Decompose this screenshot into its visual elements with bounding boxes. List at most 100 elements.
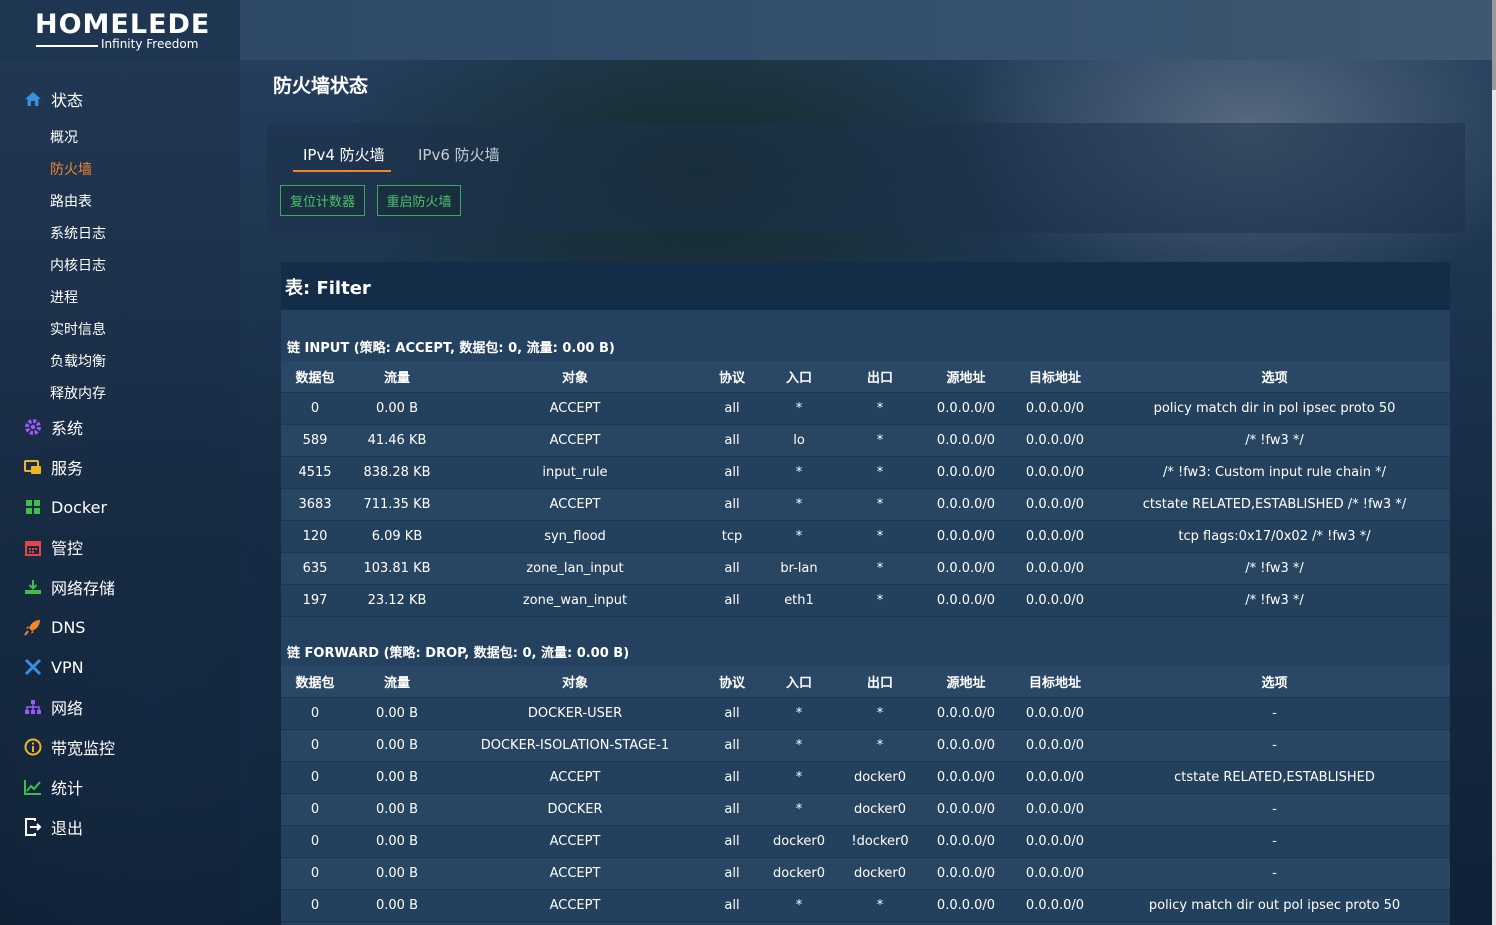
- scrollbar-thumb[interactable]: [1492, 0, 1496, 90]
- cell-in: *: [759, 456, 839, 489]
- cell-in: *: [759, 488, 839, 521]
- cell-out: !docker0: [839, 825, 921, 858]
- column-header-out: 出口: [839, 666, 921, 698]
- cell-in: *: [759, 697, 839, 730]
- cell-traffic: 0.00 B: [349, 761, 445, 794]
- sidebar-item-label: 状态: [51, 91, 84, 110]
- sidebar-item-label: 统计: [51, 779, 84, 798]
- table-row: 120 6.09 KB syn_flood tcp * * 0.0.0.0/0 0.0.0.0…: [281, 520, 1450, 553]
- cell-out: *: [839, 552, 921, 585]
- cell-traffic: 0.00 B: [349, 825, 445, 858]
- sidebar-subitem-realtime[interactable]: 实时信息: [50, 319, 106, 339]
- cell-target: ACCEPT: [445, 488, 705, 521]
- cell-destination: 0.0.0.0/0: [1011, 825, 1099, 858]
- scrollbar-track[interactable]: [1492, 0, 1496, 925]
- cell-out: *: [839, 889, 921, 922]
- sidebar-item-label: 带宽监控: [51, 739, 116, 758]
- cell-source: 0.0.0.0/0: [921, 825, 1011, 858]
- sidebar-item-label: DNS: [51, 617, 86, 637]
- cell-target: ACCEPT: [445, 857, 705, 890]
- cell-traffic: 711.35 KB: [349, 488, 445, 521]
- logo-text: HOMELEDE: [35, 9, 211, 40]
- chain-forward-title: 链 FORWARD (策略: DROP, 数据包: 0, 流量: 0.00 B): [287, 646, 630, 661]
- cell-out: *: [839, 584, 921, 617]
- sidebar-subitem-overview[interactable]: 概况: [50, 127, 78, 147]
- cell-out: docker0: [839, 761, 921, 794]
- cell-protocol: all: [705, 889, 759, 922]
- cell-options: -: [1099, 857, 1450, 890]
- sidebar-item-label: 系统: [51, 419, 84, 438]
- cell-traffic: 0.00 B: [349, 729, 445, 762]
- sidebar-item-status[interactable]: 状态: [24, 87, 83, 111]
- cell-source: 0.0.0.0/0: [921, 793, 1011, 826]
- sidebar-item-network[interactable]: 网络: [24, 695, 83, 719]
- cell-options: /* !fw3 */: [1099, 552, 1450, 585]
- table-row: 0 0.00 B DOCKER all * docker0 0.0.0.0/0 0.0.0.0…: [281, 793, 1450, 826]
- sidebar-subitem-free-memory[interactable]: 释放内存: [50, 383, 106, 403]
- sidebar-subitem-syslog[interactable]: 系统日志: [50, 223, 106, 243]
- cell-options: -: [1099, 793, 1450, 826]
- cell-out: *: [839, 520, 921, 553]
- column-header-out: 出口: [839, 361, 921, 393]
- sidebar-item-control[interactable]: 管控: [24, 535, 83, 559]
- sidebar-item-services[interactable]: 服务: [24, 455, 83, 479]
- sidebar-subitem-firewall[interactable]: 防火墙: [50, 159, 92, 179]
- cell-source: 0.0.0.0/0: [921, 456, 1011, 489]
- cell-traffic: 0.00 B: [349, 793, 445, 826]
- download-icon: [24, 578, 42, 596]
- info-circle-icon: [24, 738, 42, 756]
- cell-packets: 0: [281, 793, 349, 826]
- cell-target: ACCEPT: [445, 424, 705, 457]
- cell-destination: 0.0.0.0/0: [1011, 793, 1099, 826]
- cell-out: *: [839, 424, 921, 457]
- sidebar-item-docker[interactable]: Docker: [24, 495, 107, 519]
- cell-options: -: [1099, 697, 1450, 730]
- cell-source: 0.0.0.0/0: [921, 488, 1011, 521]
- cell-target: syn_flood: [445, 520, 705, 553]
- cell-traffic: 0.00 B: [349, 889, 445, 922]
- cell-in: eth1: [759, 584, 839, 617]
- cell-options: ctstate RELATED,ESTABLISHED: [1099, 761, 1450, 794]
- sidebar-subitem-kernel-log[interactable]: 内核日志: [50, 255, 106, 275]
- cell-protocol: tcp: [705, 520, 759, 553]
- sidebar-item-vpn[interactable]: VPN: [24, 655, 84, 679]
- cell-protocol: all: [705, 825, 759, 858]
- sidebar-item-label: 服务: [51, 459, 84, 478]
- sidebar-subitem-load-balance[interactable]: 负载均衡: [50, 351, 106, 371]
- cell-traffic: 0.00 B: [349, 857, 445, 890]
- table-row: 197 23.12 KB zone_wan_input all eth1 * 0.0.0.0…: [281, 584, 1450, 617]
- sidebar-item-statistics[interactable]: 统计: [24, 775, 83, 799]
- cell-destination: 0.0.0.0/0: [1011, 889, 1099, 922]
- chart-line-icon: [24, 778, 42, 796]
- logo-tagline: Infinity Freedom: [101, 37, 199, 51]
- reset-counters-button[interactable]: 复位计数器: [280, 185, 365, 216]
- cell-in: *: [759, 729, 839, 762]
- sidebar-item-bandwidth[interactable]: 带宽监控: [24, 735, 115, 759]
- chain-input-title: 链 INPUT (策略: ACCEPT, 数据包: 0, 流量: 0.00 B): [287, 341, 615, 356]
- sidebar-item-logout[interactable]: 退出: [24, 815, 83, 839]
- cell-options: tcp flags:0x17/0x02 /* !fw3 */: [1099, 520, 1450, 553]
- table-header-row: 数据包 流量 对象 协议 入口 出口 源地址 目标地址 选项: [281, 361, 1450, 393]
- sidebar-subitem-processes[interactable]: 进程: [50, 287, 78, 307]
- cell-traffic: 41.46 KB: [349, 424, 445, 457]
- table-row: 0 0.00 B ACCEPT all * * 0.0.0.0/0 0.0.0.0/0 poli…: [281, 889, 1450, 922]
- cell-options: policy match dir in pol ipsec proto 50: [1099, 392, 1450, 425]
- cell-target: DOCKER-ISOLATION-STAGE-1: [445, 729, 705, 762]
- sidebar-item-dns[interactable]: DNS: [24, 615, 85, 639]
- table-title: 表: Filter: [285, 278, 371, 299]
- logo[interactable]: HOMELEDE Infinity Freedom: [0, 0, 240, 60]
- cell-source: 0.0.0.0/0: [921, 761, 1011, 794]
- table-row: 4515 838.28 KB input_rule all * * 0.0.0.0/0 0.0…: [281, 456, 1450, 489]
- cell-destination: 0.0.0.0/0: [1011, 424, 1099, 457]
- sidebar-item-system[interactable]: 系统: [24, 415, 83, 439]
- table-row: 0 0.00 B DOCKER-USER all * * 0.0.0.0/0 0.0.0.0/…: [281, 697, 1450, 730]
- network-icon: [24, 698, 42, 716]
- tab-ipv4-firewall[interactable]: IPv4 防火墙: [303, 144, 385, 165]
- sidebar-item-nas[interactable]: 网络存储: [24, 575, 115, 599]
- cell-out: *: [839, 392, 921, 425]
- sidebar-subitem-routes[interactable]: 路由表: [50, 191, 92, 211]
- cell-protocol: all: [705, 761, 759, 794]
- restart-firewall-button[interactable]: 重启防火墙: [377, 185, 461, 216]
- cell-packets: 0: [281, 761, 349, 794]
- tab-ipv6-firewall[interactable]: IPv6 防火墙: [418, 144, 500, 165]
